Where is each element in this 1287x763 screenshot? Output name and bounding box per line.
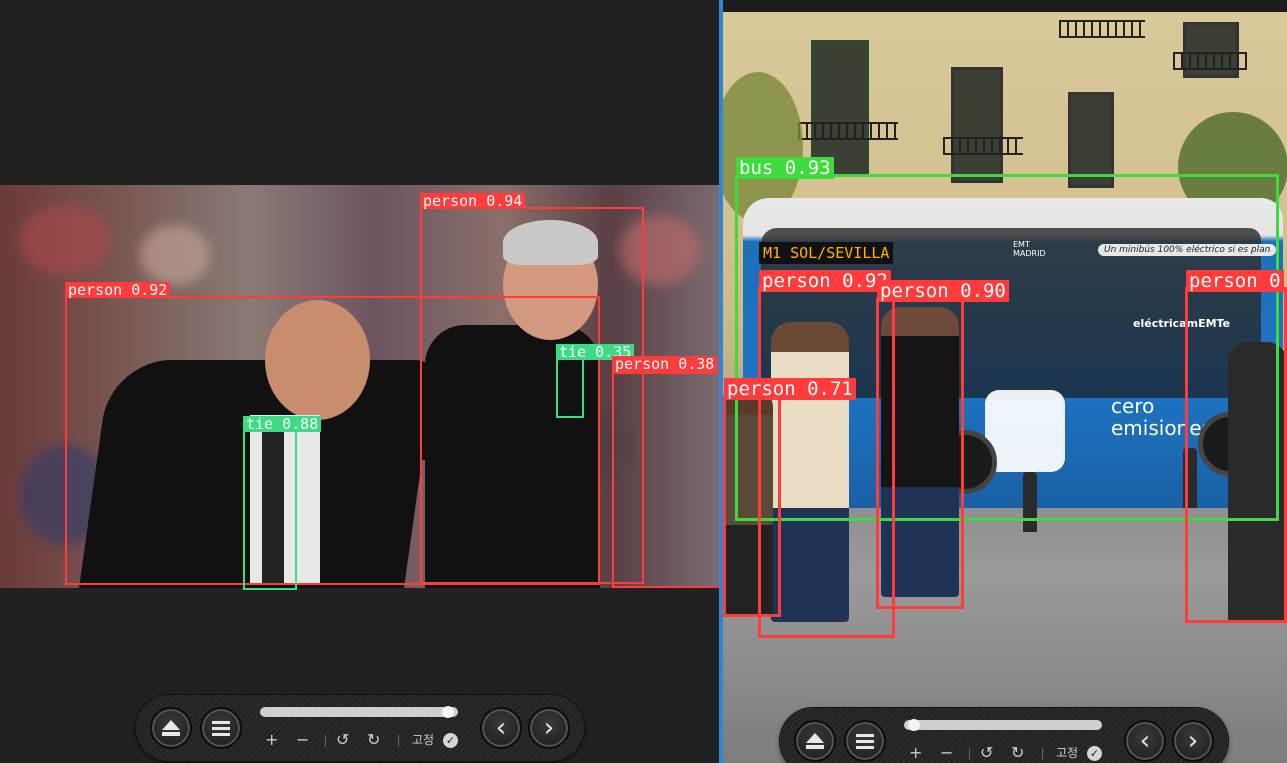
detection-label: person 0.71 — [724, 378, 856, 400]
eject-icon — [162, 720, 180, 736]
chevron-right-icon: › — [543, 713, 555, 743]
detection-label: bus 0.93 — [736, 157, 834, 179]
menu-button[interactable] — [844, 720, 886, 762]
eject-button[interactable] — [150, 707, 192, 749]
menu-icon — [212, 721, 230, 736]
viewer-toolbar: + − ↺ ↻ 고정 ✓ ‹ › — [780, 708, 1228, 763]
viewer-toolbar: + − ↺ ↻ 고정 ✓ ‹ › — [136, 695, 584, 761]
fix-toggle-label[interactable]: 고정 — [1056, 746, 1078, 760]
previous-button[interactable]: ‹ — [480, 707, 522, 749]
detection-box-person: person 0.38 — [612, 356, 719, 588]
detection-label: person 0 — [1186, 270, 1284, 292]
building-balcony — [943, 137, 1023, 155]
slider-handle[interactable] — [907, 719, 920, 731]
detection-label: person 0.92 — [65, 282, 171, 298]
toolbar-separator — [1042, 748, 1043, 760]
chevron-right-icon: › — [1187, 726, 1199, 756]
menu-button[interactable] — [200, 707, 242, 749]
slider-handle[interactable] — [442, 706, 455, 718]
previous-button[interactable]: ‹ — [1124, 720, 1166, 762]
zoom-out-button[interactable]: − — [940, 744, 953, 762]
toolbar-separator — [398, 735, 399, 747]
fix-check-icon[interactable]: ✓ — [1087, 746, 1102, 761]
detection-box-person: person 0.71 — [723, 378, 856, 617]
detection-box-person: person 0.92 — [65, 282, 600, 585]
fix-toggle-label[interactable]: 고정 — [412, 733, 434, 747]
detection-box-tie: tie 0.88 — [243, 416, 322, 590]
detection-box-person: person 0.90 — [876, 280, 1009, 609]
rotate-right-button[interactable]: ↻ — [367, 731, 380, 749]
toolbar-separator — [325, 735, 326, 747]
zoom-in-button[interactable]: + — [909, 744, 922, 762]
next-button[interactable]: › — [528, 707, 570, 749]
detection-box-tie: tie 0.35 — [556, 344, 635, 418]
zoom-in-button[interactable]: + — [265, 731, 278, 749]
rotate-left-button[interactable]: ↺ — [336, 731, 349, 749]
toolbar-separator — [969, 748, 970, 760]
building-window — [951, 67, 1003, 183]
chevron-left-icon: ‹ — [495, 713, 507, 743]
building-window — [811, 40, 869, 176]
eject-button[interactable] — [794, 720, 836, 762]
detection-label: person 0.38 — [612, 356, 718, 372]
right-viewer-pane: M1 SOL/SEVILLA EMT MADRID Un minibús 100… — [723, 0, 1287, 763]
chevron-left-icon: ‹ — [1139, 726, 1151, 756]
rotate-left-button[interactable]: ↺ — [980, 744, 993, 762]
eject-icon — [806, 733, 824, 749]
detection-label: person 0.92 — [759, 270, 891, 292]
progress-slider[interactable] — [260, 706, 458, 718]
next-button[interactable]: › — [1172, 720, 1214, 762]
building-balcony — [1059, 20, 1145, 38]
detection-label: person 0.90 — [877, 280, 1009, 302]
detection-label: person 0.94 — [420, 193, 526, 209]
fix-check-icon[interactable]: ✓ — [443, 733, 458, 748]
building-balcony — [798, 122, 898, 140]
building-balcony — [1173, 52, 1247, 70]
rotate-right-button[interactable]: ↻ — [1011, 744, 1024, 762]
left-viewer-pane: person 0.94 person 0.92 tie 0.35 person … — [0, 0, 719, 763]
detection-label: tie 0.88 — [243, 416, 322, 432]
progress-slider[interactable] — [904, 719, 1102, 731]
menu-icon — [856, 734, 874, 749]
detection-box-person: person 0 — [1185, 270, 1287, 623]
zoom-out-button[interactable]: − — [296, 731, 309, 749]
